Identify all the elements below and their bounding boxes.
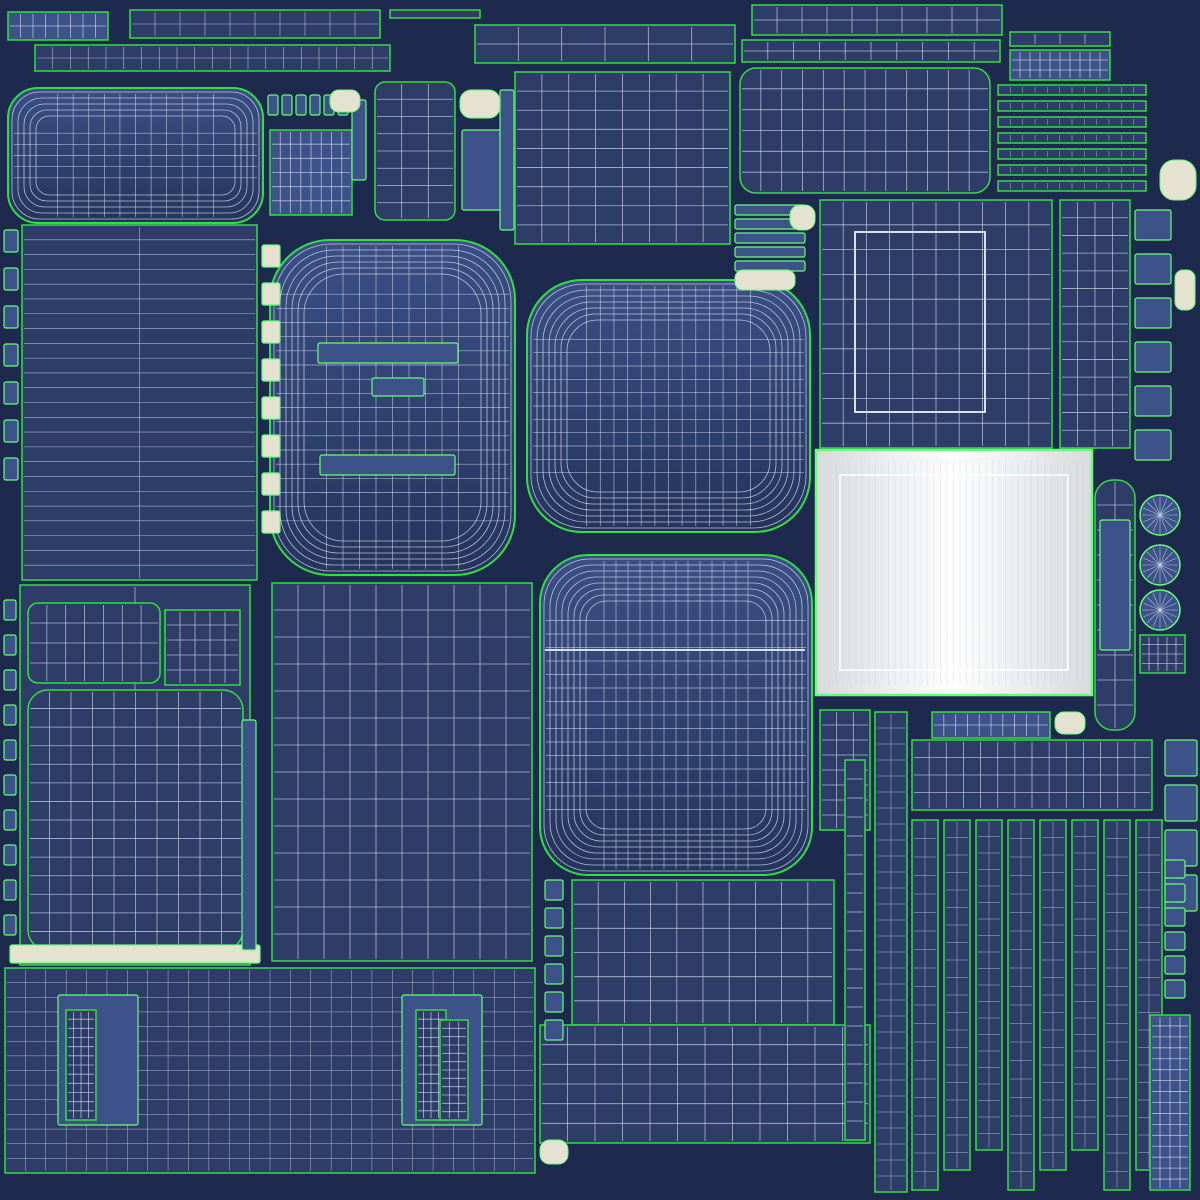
uv-small-part [3, 914, 17, 936]
uv-small-part [241, 719, 257, 951]
uv-small-part [3, 739, 17, 761]
uv-small-part [1134, 209, 1172, 241]
uv-small-part [1164, 739, 1198, 777]
uv-small-part [261, 510, 281, 534]
uv-small-part [3, 229, 19, 253]
uv-small-part [267, 94, 279, 116]
uv-small-part [317, 342, 459, 364]
uv-small-part [1134, 341, 1172, 373]
uv-small-part [1164, 784, 1198, 822]
uv-small-part [734, 246, 806, 258]
uv-cream-part [1159, 159, 1197, 201]
uv-small-part [544, 907, 564, 929]
uv-small-part [3, 669, 17, 691]
uv-small-part [3, 419, 19, 443]
uv-small-part [3, 704, 17, 726]
uv-small-part [544, 991, 564, 1013]
uv-small-part [261, 434, 281, 458]
uv-small-part [3, 879, 17, 901]
uv-small-part [544, 935, 564, 957]
uv-small-part [499, 89, 515, 231]
uv-small-part [1134, 297, 1172, 329]
uv-small-part [261, 320, 281, 344]
uv-small-part [3, 844, 17, 866]
uv-small-part [1164, 931, 1186, 951]
uv-small-part [3, 634, 17, 656]
uv-small-part [1164, 955, 1186, 975]
uv-small-part [1164, 907, 1186, 927]
uv-small-part [3, 267, 19, 291]
uv-small-part [544, 963, 564, 985]
uv-small-part [3, 457, 19, 481]
uv-small-part [3, 305, 19, 329]
uv-small-part [1164, 883, 1186, 903]
uv-texture-canvas [0, 0, 1200, 1200]
uv-cream-part [789, 204, 816, 231]
uv-small-part [261, 358, 281, 382]
uv-cream-part [329, 89, 361, 113]
uv-small-part [3, 809, 17, 831]
uv-cream-part [1054, 711, 1086, 735]
uv-cream-part [459, 89, 501, 119]
uv-small-part [3, 343, 19, 367]
uv-small-part [3, 381, 19, 405]
uv-small-part [1134, 253, 1172, 285]
uv-small-part [319, 454, 456, 476]
uv-small-part [1134, 385, 1172, 417]
uv-cream-part [734, 269, 796, 291]
uv-island [390, 10, 480, 18]
uv-small-part [295, 94, 307, 116]
uv-small-part [261, 396, 281, 420]
uv-small-part [9, 944, 261, 964]
uv-cream-part [1174, 269, 1196, 311]
uv-small-part [544, 1019, 564, 1041]
uv-small-part [3, 774, 17, 796]
uv-small-part [461, 129, 503, 211]
uv-small-part [3, 599, 17, 621]
uv-cream-part [539, 1139, 569, 1165]
uv-island [165, 610, 240, 685]
uv-small-part [1099, 519, 1131, 651]
white-panel [814, 448, 1094, 697]
uv-small-part [1164, 979, 1186, 999]
uv-small-part [1164, 859, 1186, 879]
uv-small-part [261, 472, 281, 496]
uv-small-part [261, 282, 281, 306]
uv-small-part [1134, 429, 1172, 461]
uv-small-part [371, 377, 425, 397]
uv-small-part [309, 94, 321, 116]
uv-small-part [734, 232, 806, 244]
uv-small-part [544, 879, 564, 901]
uv-small-part [261, 244, 281, 268]
uv-small-part [281, 94, 293, 116]
